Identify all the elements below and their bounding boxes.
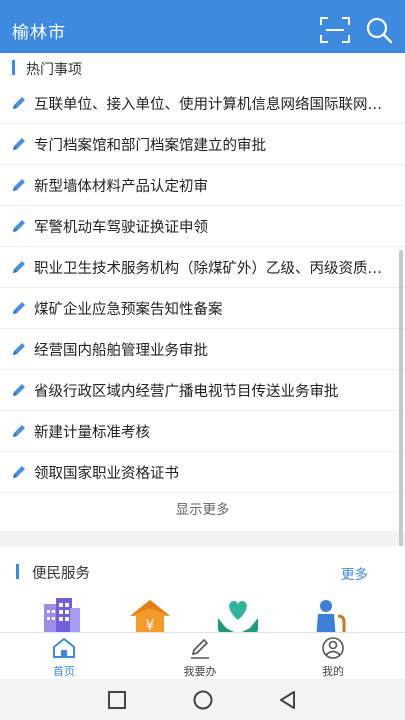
system-nav-bar <box>0 679 405 720</box>
pencil-icon <box>13 384 25 396</box>
tab-home-label: 首页 <box>53 665 75 678</box>
hot-items-heading: 热门事项 <box>26 62 82 78</box>
hot-items-list: 互联单位、接入单位、使用计算机信息网络国际联网的单位备案 专门档案馆和部门档案馆… <box>0 83 405 493</box>
list-item[interactable]: 专门档案馆和部门档案馆建立的审批 <box>0 124 405 165</box>
list-item[interactable]: 省级行政区域内经营广播电视节目传送业务审批 <box>0 370 405 411</box>
item-title: 省级行政区域内经营广播电视节目传送业务审批 <box>34 383 339 400</box>
item-title: 新型墙体材料产品认定初审 <box>34 178 208 195</box>
svg-text:¥: ¥ <box>146 618 155 632</box>
home-icon <box>53 637 75 658</box>
back-icon[interactable] <box>277 689 299 711</box>
list-item[interactable]: 新建计量标准考核 <box>0 411 405 452</box>
pencil-icon <box>13 97 25 109</box>
service-more-link[interactable]: 更多 <box>341 563 368 583</box>
list-item[interactable]: 经营国内船舶管理业务审批 <box>0 329 405 370</box>
tab-profile-label: 我的 <box>322 665 344 678</box>
service-heading: 便民服务 <box>32 566 90 582</box>
search-icon[interactable] <box>365 16 393 44</box>
city-title[interactable]: 榆林市 <box>12 18 66 43</box>
item-title: 互联单位、接入单位、使用计算机信息网络国际联网的单位备案 <box>34 96 391 113</box>
pencil-icon <box>13 179 25 191</box>
home-button-icon[interactable] <box>192 689 214 711</box>
item-title: 煤矿企业应急预案告知性备案 <box>34 301 223 318</box>
tab-home[interactable]: 首页 <box>24 637 104 679</box>
list-item[interactable]: 煤矿企业应急预案告知性备案 <box>0 288 405 329</box>
pencil-icon <box>13 343 25 355</box>
pencil-icon <box>13 261 25 273</box>
recent-apps-icon[interactable] <box>106 689 128 711</box>
item-title: 专门档案馆和部门档案馆建立的审批 <box>34 137 266 154</box>
item-title: 新建计量标准考核 <box>34 424 150 441</box>
pencil-icon <box>13 220 25 232</box>
item-title: 领取国家职业资格证书 <box>34 465 179 482</box>
bottom-tab-bar: 首页 我要办 我的 <box>0 632 405 679</box>
care-hands-icon[interactable] <box>216 598 258 632</box>
building-icon[interactable] <box>40 598 82 632</box>
item-title: 经营国内船舶管理业务审批 <box>34 342 208 359</box>
section-accent-bar <box>12 60 15 75</box>
hot-items-card: 热门事项 互联单位、接入单位、使用计算机信息网络国际联网的单位备案 专门档案馆和… <box>0 53 405 531</box>
list-item[interactable]: 新型墙体材料产品认定初审 <box>0 165 405 206</box>
tab-my-tasks[interactable]: 我要办 <box>160 637 240 679</box>
pencil-icon <box>13 138 25 150</box>
tab-profile[interactable]: 我的 <box>293 637 373 679</box>
finance-house-icon[interactable]: ¥ <box>128 598 170 632</box>
pencil-icon <box>13 302 25 314</box>
list-item[interactable]: 领取国家职业资格证书 <box>0 452 405 493</box>
elderly-icon[interactable] <box>306 598 348 632</box>
list-item[interactable]: 军警机动车驾驶证换证申领 <box>0 206 405 247</box>
tab-my-tasks-label: 我要办 <box>183 665 217 678</box>
list-item[interactable]: 职业卫生技术服务机构（除煤矿外）乙级、丙级资质认可 <box>0 247 405 288</box>
pencil-icon <box>13 466 25 478</box>
user-icon <box>322 637 344 659</box>
section-accent-bar <box>16 564 19 579</box>
item-title: 职业卫生技术服务机构（除煤矿外）乙级、丙级资质认可 <box>34 260 391 277</box>
app-header: 榆林市 <box>0 0 405 53</box>
list-item[interactable]: 互联单位、接入单位、使用计算机信息网络国际联网的单位备案 <box>0 83 405 124</box>
pen-icon <box>191 638 209 659</box>
show-more-button[interactable]: 显示更多 <box>0 493 405 527</box>
scan-icon[interactable] <box>320 17 350 43</box>
service-card: 便民服务 更多 ¥ <box>0 546 405 632</box>
item-title: 军警机动车驾驶证换证申领 <box>34 219 208 236</box>
pencil-icon <box>13 425 25 437</box>
hot-items-header: 热门事项 <box>0 53 405 83</box>
